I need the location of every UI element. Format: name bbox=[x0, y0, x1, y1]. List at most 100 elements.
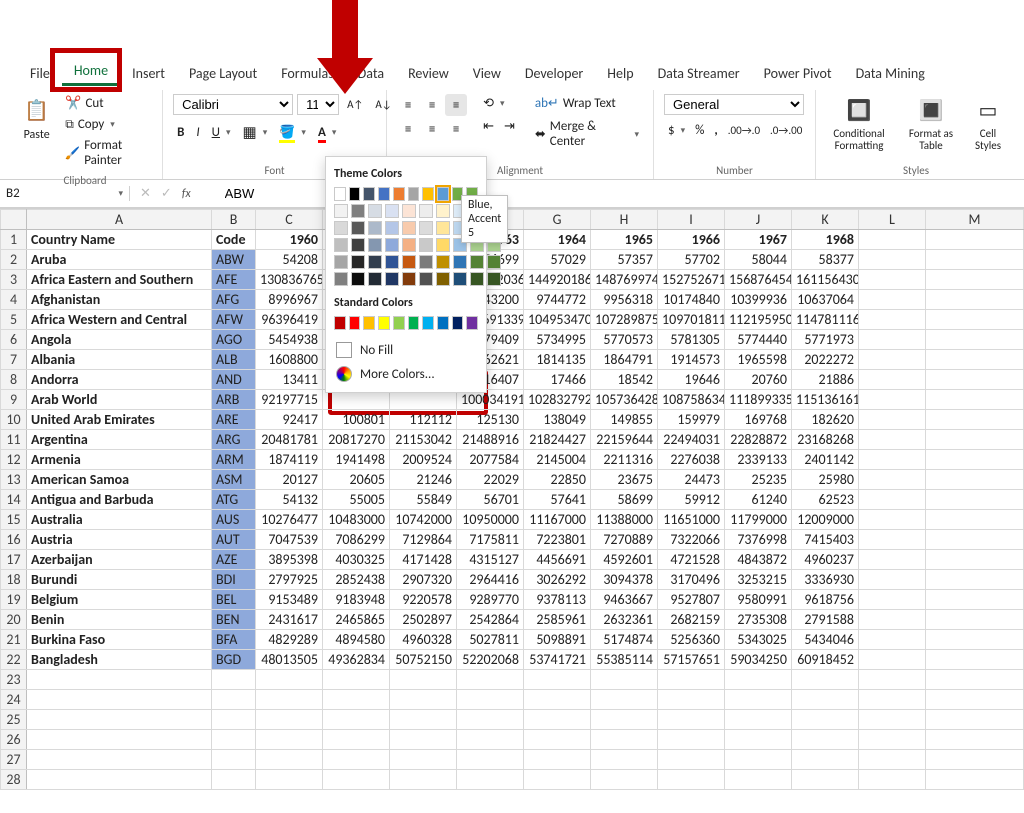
cell[interactable]: 156876454 bbox=[725, 270, 792, 290]
color-swatch[interactable] bbox=[334, 238, 348, 252]
cell[interactable]: ATG bbox=[212, 490, 256, 510]
cell[interactable]: 2009524 bbox=[390, 450, 457, 470]
color-swatch[interactable] bbox=[436, 204, 450, 218]
row-header[interactable]: 19 bbox=[1, 590, 27, 610]
color-swatch[interactable] bbox=[419, 255, 433, 269]
paste-button[interactable]: 📋 Paste bbox=[18, 94, 55, 144]
cell[interactable] bbox=[212, 690, 256, 710]
cell[interactable]: 3895398 bbox=[256, 550, 323, 570]
cell[interactable]: Belgium bbox=[27, 590, 212, 610]
cell[interactable]: ARM bbox=[212, 450, 256, 470]
cell[interactable] bbox=[926, 290, 1024, 310]
cell[interactable] bbox=[926, 630, 1024, 650]
cell[interactable] bbox=[524, 770, 591, 790]
cell[interactable]: 10174840 bbox=[658, 290, 725, 310]
color-swatch[interactable] bbox=[378, 187, 390, 201]
cell[interactable] bbox=[926, 510, 1024, 530]
cell[interactable]: 58044 bbox=[725, 250, 792, 270]
row-header[interactable]: 25 bbox=[1, 710, 27, 730]
cell[interactable]: 21824427 bbox=[524, 430, 591, 450]
cell[interactable] bbox=[390, 690, 457, 710]
color-swatch[interactable] bbox=[419, 204, 433, 218]
color-swatch[interactable] bbox=[334, 316, 346, 330]
cell[interactable] bbox=[27, 690, 212, 710]
cell[interactable] bbox=[457, 710, 524, 730]
color-swatch[interactable] bbox=[334, 255, 348, 269]
color-swatch[interactable] bbox=[393, 187, 405, 201]
cell[interactable]: 9744772 bbox=[524, 290, 591, 310]
cell[interactable]: 17466 bbox=[524, 370, 591, 390]
cell[interactable]: 125130 bbox=[457, 410, 524, 430]
color-swatch[interactable] bbox=[436, 221, 450, 235]
cell[interactable] bbox=[524, 690, 591, 710]
cell[interactable] bbox=[859, 470, 926, 490]
cell[interactable] bbox=[524, 710, 591, 730]
cell[interactable]: 10637064 bbox=[792, 290, 859, 310]
cell[interactable]: 18542 bbox=[591, 370, 658, 390]
color-swatch[interactable] bbox=[349, 187, 361, 201]
cell[interactable]: 57029 bbox=[524, 250, 591, 270]
color-swatch[interactable] bbox=[402, 255, 416, 269]
cell[interactable] bbox=[859, 690, 926, 710]
cell[interactable]: 2632361 bbox=[591, 610, 658, 630]
color-swatch[interactable] bbox=[470, 255, 484, 269]
cell[interactable]: 148769974 bbox=[591, 270, 658, 290]
tab-help[interactable]: Help bbox=[595, 61, 645, 86]
row-header[interactable]: 8 bbox=[1, 370, 27, 390]
row-header[interactable]: 24 bbox=[1, 690, 27, 710]
conditional-formatting-button[interactable]: 🔲 Conditional Formatting bbox=[826, 94, 892, 154]
cell[interactable]: 48013505 bbox=[256, 650, 323, 670]
cell[interactable]: 1968 bbox=[792, 230, 859, 250]
color-swatch[interactable] bbox=[351, 272, 365, 286]
cell[interactable]: 60918452 bbox=[792, 650, 859, 670]
cell[interactable] bbox=[323, 730, 390, 750]
color-swatch[interactable] bbox=[351, 204, 365, 218]
cell[interactable] bbox=[792, 690, 859, 710]
color-swatch[interactable] bbox=[368, 238, 382, 252]
cell[interactable] bbox=[859, 450, 926, 470]
cell[interactable]: 10399936 bbox=[725, 290, 792, 310]
cell[interactable]: 20481781 bbox=[256, 430, 323, 450]
cell[interactable]: Afghanistan bbox=[27, 290, 212, 310]
cell[interactable]: 11651000 bbox=[658, 510, 725, 530]
cell[interactable]: 2964416 bbox=[457, 570, 524, 590]
cell[interactable]: 4315127 bbox=[457, 550, 524, 570]
cell[interactable]: 7415403 bbox=[792, 530, 859, 550]
cell[interactable]: 1874119 bbox=[256, 450, 323, 470]
cell[interactable] bbox=[859, 710, 926, 730]
cell[interactable]: 4721528 bbox=[658, 550, 725, 570]
color-swatch[interactable] bbox=[453, 255, 467, 269]
cell[interactable]: AUS bbox=[212, 510, 256, 530]
color-swatch[interactable] bbox=[351, 221, 365, 235]
cell[interactable]: 24473 bbox=[658, 470, 725, 490]
cell[interactable] bbox=[212, 770, 256, 790]
cell[interactable] bbox=[212, 750, 256, 770]
cell[interactable]: 104953470 bbox=[524, 310, 591, 330]
cell[interactable]: 7322066 bbox=[658, 530, 725, 550]
cell[interactable]: Benin bbox=[27, 610, 212, 630]
color-swatch[interactable] bbox=[487, 272, 501, 286]
cell[interactable]: 22029 bbox=[457, 470, 524, 490]
cell[interactable] bbox=[859, 610, 926, 630]
tab-data[interactable]: Data bbox=[346, 61, 396, 86]
cell[interactable] bbox=[591, 750, 658, 770]
cell[interactable] bbox=[859, 230, 926, 250]
cell[interactable]: Argentina bbox=[27, 430, 212, 450]
row-header[interactable]: 5 bbox=[1, 310, 27, 330]
cell[interactable] bbox=[457, 770, 524, 790]
cell[interactable]: 1914573 bbox=[658, 350, 725, 370]
align-top-button[interactable]: ≡ bbox=[397, 94, 419, 116]
cell[interactable] bbox=[926, 750, 1024, 770]
color-swatch[interactable] bbox=[453, 272, 467, 286]
cell[interactable] bbox=[27, 770, 212, 790]
color-swatch[interactable] bbox=[436, 272, 450, 286]
color-swatch[interactable] bbox=[385, 272, 399, 286]
cell[interactable]: 21886 bbox=[792, 370, 859, 390]
cell[interactable]: 56701 bbox=[457, 490, 524, 510]
cell[interactable]: 92197715 bbox=[256, 390, 323, 410]
cell[interactable]: 21246 bbox=[390, 470, 457, 490]
cell[interactable]: 169768 bbox=[725, 410, 792, 430]
tab-home[interactable]: Home bbox=[62, 58, 120, 86]
cell[interactable]: AND bbox=[212, 370, 256, 390]
merge-center-button[interactable]: ⬌Merge & Center▾ bbox=[531, 117, 643, 151]
